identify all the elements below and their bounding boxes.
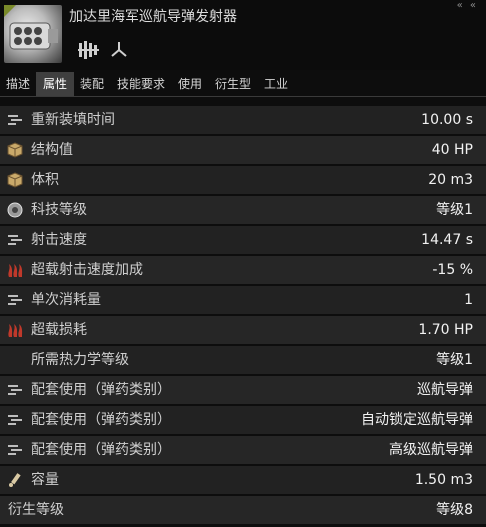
- attribute-value: 巡航导弹: [417, 382, 473, 398]
- tab-industry[interactable]: 工业: [258, 72, 294, 96]
- attribute-value: 高级巡航导弹: [389, 442, 473, 458]
- charge-group-icon: [6, 442, 24, 458]
- attribute-label: 重新装填时间: [31, 112, 115, 128]
- tab-description[interactable]: 描述: [0, 72, 36, 96]
- attribute-row[interactable]: 超载射击速度加成 -15 %: [0, 256, 486, 284]
- overload-heat-icon: [6, 322, 24, 338]
- charges-per-cycle-icon: [6, 292, 24, 308]
- attribute-value: 14.47 s: [421, 232, 473, 248]
- attribute-row[interactable]: 所需热力学等级 等级1: [0, 346, 486, 374]
- tab-bar: 描述 属性 装配 技能要求 使用 衍生型 工业: [0, 72, 486, 97]
- network-icon[interactable]: [108, 40, 130, 60]
- tab-usage[interactable]: 使用: [172, 72, 208, 96]
- reload-icon: [6, 112, 24, 128]
- attribute-label: 结构值: [31, 142, 73, 158]
- attribute-label: 衍生等级: [8, 502, 64, 518]
- attribute-label: 单次消耗量: [31, 292, 101, 308]
- attribute-value: 10.00 s: [421, 112, 473, 128]
- collapse-icon[interactable]: « «: [457, 0, 478, 11]
- attribute-value: 1.50 m3: [414, 472, 473, 488]
- attribute-label: 配套使用（弹药类别）: [31, 382, 171, 398]
- rate-of-fire-icon: [6, 232, 24, 248]
- attribute-value: 40 HP: [431, 142, 473, 158]
- charge-group-icon: [6, 382, 24, 398]
- ship-fitting-icon[interactable]: [78, 40, 100, 60]
- volume-cube-icon: [6, 172, 24, 188]
- tab-attributes[interactable]: 属性: [36, 72, 74, 96]
- item-title: 加达里海军巡航导弹发射器: [69, 9, 237, 25]
- attribute-row[interactable]: 单次消耗量 1: [0, 286, 486, 314]
- tech-level-icon: [6, 202, 24, 218]
- window-header: 加达里海军巡航导弹发射器 « «: [0, 0, 486, 70]
- attribute-label: 科技等级: [31, 202, 87, 218]
- launcher-item-icon[interactable]: [4, 5, 62, 63]
- attribute-label: 所需热力学等级: [31, 352, 129, 368]
- attribute-label: 超载射击速度加成: [31, 262, 143, 278]
- attribute-value: 1: [464, 292, 473, 308]
- attribute-row[interactable]: 结构值 40 HP: [0, 136, 486, 164]
- attribute-value: 20 m3: [428, 172, 473, 188]
- capacity-icon: [6, 472, 24, 488]
- attribute-label: 容量: [31, 472, 59, 488]
- attribute-row[interactable]: 超载损耗 1.70 HP: [0, 316, 486, 344]
- attribute-label: 超载损耗: [31, 322, 87, 338]
- attribute-row[interactable]: 配套使用（弹药类别） 高级巡航导弹: [0, 436, 486, 464]
- attribute-row[interactable]: 容量 1.50 m3: [0, 466, 486, 494]
- attribute-value: 等级1: [436, 352, 473, 368]
- attribute-row[interactable]: 衍生等级 等级8: [0, 496, 486, 524]
- structure-cube-icon: [6, 142, 24, 158]
- attribute-value: 1.70 HP: [418, 322, 473, 338]
- attribute-row[interactable]: 科技等级 等级1: [0, 196, 486, 224]
- attribute-row[interactable]: 配套使用（弹药类别） 巡航导弹: [0, 376, 486, 404]
- attribute-value: 自动锁定巡航导弹: [361, 412, 473, 428]
- attribute-row[interactable]: 射击速度 14.47 s: [0, 226, 486, 254]
- attribute-label: 配套使用（弹药类别）: [31, 442, 171, 458]
- attribute-label: 体积: [31, 172, 59, 188]
- attribute-value: 等级1: [436, 202, 473, 218]
- attribute-value: 等级8: [436, 502, 473, 518]
- attribute-value: -15 %: [432, 262, 473, 278]
- charge-group-icon: [6, 412, 24, 428]
- tab-variations[interactable]: 衍生型: [208, 72, 258, 96]
- attribute-row[interactable]: 配套使用（弹药类别） 自动锁定巡航导弹: [0, 406, 486, 434]
- tab-fitting[interactable]: 装配: [74, 72, 110, 96]
- attribute-row[interactable]: 重新装填时间 10.00 s: [0, 106, 486, 134]
- attribute-label: 配套使用（弹药类别）: [31, 412, 171, 428]
- attribute-row[interactable]: 体积 20 m3: [0, 166, 486, 194]
- attribute-label: 射击速度: [31, 232, 87, 248]
- tab-skill-requirements[interactable]: 技能要求: [110, 72, 172, 96]
- overload-heat-icon: [6, 262, 24, 278]
